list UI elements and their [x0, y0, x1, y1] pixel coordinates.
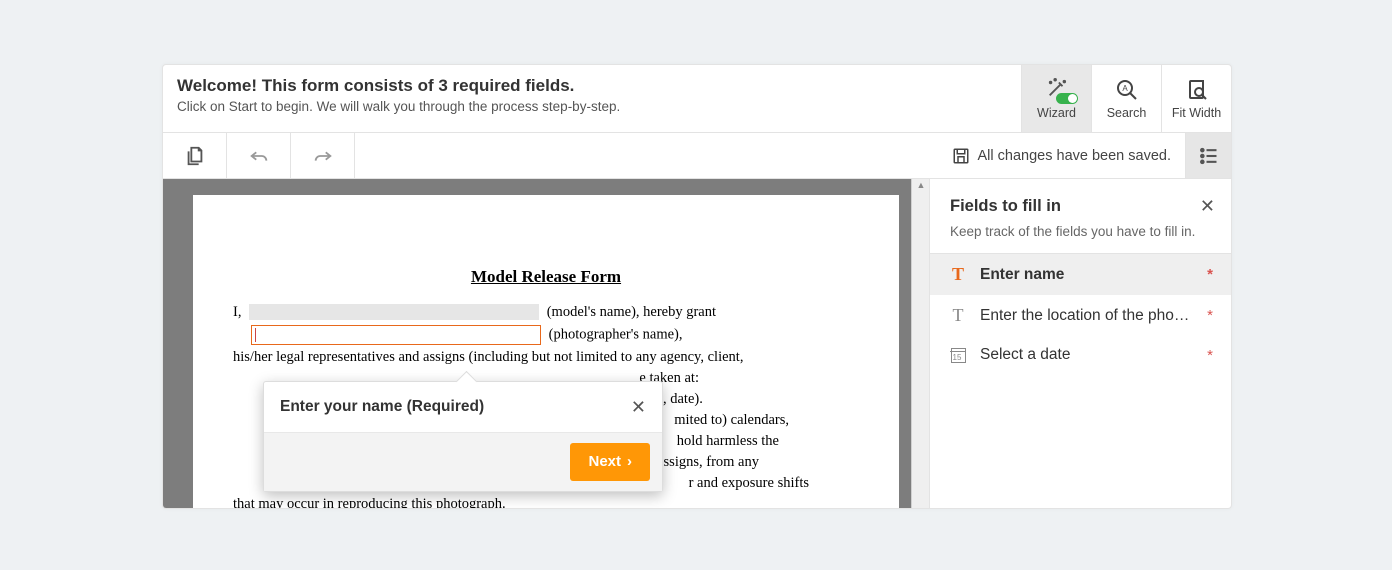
panel-close-button[interactable]: ✕	[1200, 197, 1215, 215]
redo-button[interactable]	[291, 133, 355, 178]
panel-subtitle: Keep track of the fields you have to fil…	[950, 224, 1211, 239]
field-label: Select a date	[980, 346, 1191, 364]
chevron-right-icon: ›	[627, 451, 632, 473]
save-status: All changes have been saved.	[952, 147, 1185, 165]
scrollbar[interactable]: ▲	[911, 179, 929, 508]
toolbar: All changes have been saved.	[163, 133, 1231, 179]
text-field-icon: T	[948, 264, 968, 285]
close-icon: ✕	[1200, 196, 1215, 216]
welcome-title: Welcome! This form consists of 3 require…	[177, 75, 1007, 97]
fit-width-icon	[1185, 78, 1209, 102]
field-item-date[interactable]: Select a date *	[930, 336, 1231, 374]
search-button[interactable]: A Search	[1091, 65, 1161, 132]
field-label: Enter name	[980, 266, 1191, 284]
photographer-name-field-active[interactable]	[251, 325, 541, 345]
doc-text: (model's name), hereby grant	[547, 304, 716, 320]
calendar-icon	[948, 348, 968, 363]
doc-text: that may occur in reproducing this photo…	[233, 494, 859, 508]
required-asterisk: *	[1207, 347, 1213, 364]
pages-icon	[184, 145, 206, 167]
save-status-text: All changes have been saved.	[978, 148, 1171, 164]
popup-close-button[interactable]: ✕	[631, 398, 646, 416]
undo-icon	[248, 145, 270, 167]
field-item-name[interactable]: T Enter name *	[930, 254, 1231, 295]
wizard-label: Wizard	[1037, 106, 1076, 120]
search-icon: A	[1115, 78, 1139, 102]
close-icon: ✕	[631, 397, 646, 417]
document-page: Model Release Form I, (model's name), he…	[193, 195, 899, 508]
panel-header: Fields to fill in Keep track of the fiel…	[930, 179, 1231, 254]
next-button[interactable]: Next ›	[570, 443, 650, 481]
field-item-location[interactable]: T Enter the location of the phot… *	[930, 295, 1231, 336]
doc-text: I,	[233, 304, 241, 320]
app-window: Welcome! This form consists of 3 require…	[162, 64, 1232, 509]
list-icon	[1199, 146, 1219, 166]
welcome-block: Welcome! This form consists of 3 require…	[163, 65, 1021, 132]
fit-width-button[interactable]: Fit Width	[1161, 65, 1231, 132]
undo-button[interactable]	[227, 133, 291, 178]
doc-title: Model Release Form	[233, 265, 859, 290]
redo-icon	[312, 145, 334, 167]
field-label: Enter the location of the phot…	[980, 307, 1191, 325]
welcome-subtitle: Click on Start to begin. We will walk yo…	[177, 99, 1007, 114]
text-field-icon: T	[948, 305, 968, 326]
required-asterisk: *	[1207, 307, 1213, 324]
pages-button[interactable]	[163, 133, 227, 178]
doc-text: his/her legal representatives and assign…	[233, 347, 859, 368]
svg-text:A: A	[1122, 84, 1128, 93]
content-area: ▲ Model Release Form I, (model's name), …	[163, 179, 1231, 508]
document-viewport[interactable]: ▲ Model Release Form I, (model's name), …	[163, 179, 929, 508]
save-icon	[952, 147, 970, 165]
panel-title: Fields to fill in	[950, 197, 1211, 216]
wizard-button[interactable]: Wizard	[1021, 65, 1091, 132]
model-name-field[interactable]	[249, 304, 539, 320]
search-label: Search	[1107, 106, 1147, 120]
next-label: Next	[588, 451, 621, 473]
wizard-toggle-icon	[1056, 93, 1078, 104]
panel-toggle-button[interactable]	[1185, 133, 1231, 178]
header-bar: Welcome! This form consists of 3 require…	[163, 65, 1231, 133]
scroll-up-icon[interactable]: ▲	[914, 179, 928, 191]
fields-panel: Fields to fill in Keep track of the fiel…	[929, 179, 1231, 508]
wizard-popup: Enter your name (Required) ✕ Next ›	[263, 381, 663, 492]
doc-text: (photographer's name),	[549, 326, 683, 342]
popup-title: Enter your name (Required)	[280, 396, 631, 418]
fit-width-label: Fit Width	[1172, 106, 1221, 120]
required-asterisk: *	[1207, 266, 1213, 283]
